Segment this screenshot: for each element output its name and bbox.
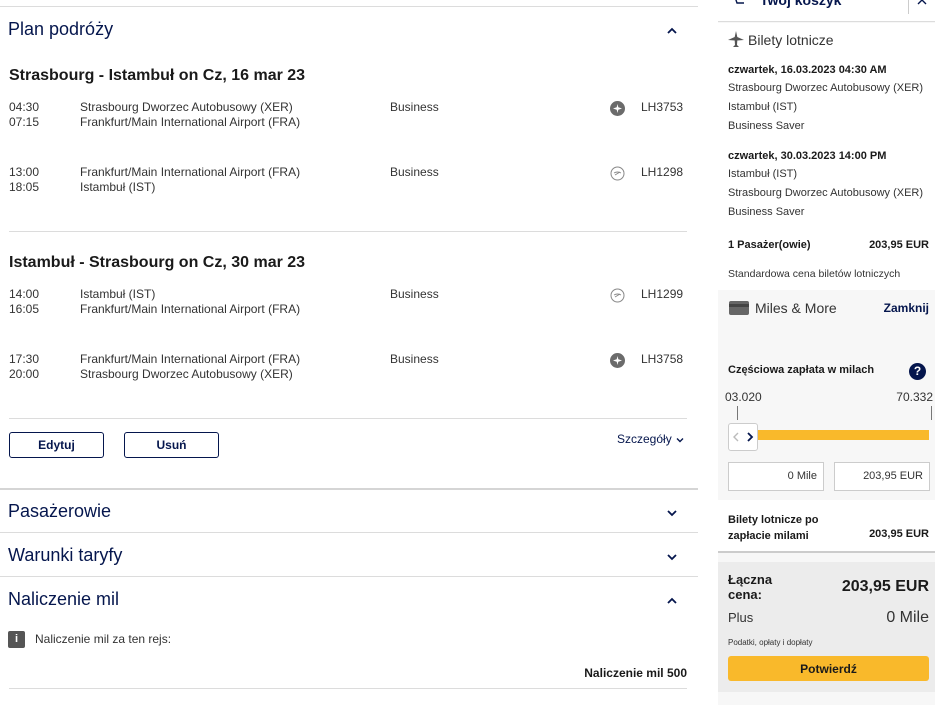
slider-max: 70.332: [896, 390, 933, 404]
eur-input[interactable]: 203,95 EUR: [834, 462, 930, 491]
close-link[interactable]: Zamknij: [884, 301, 929, 315]
chevron-down-icon[interactable]: [665, 550, 679, 564]
divider: [0, 488, 698, 490]
cabin-class: Business: [390, 100, 439, 114]
slider-tick-max: [931, 406, 932, 420]
help-icon[interactable]: ?: [909, 363, 926, 380]
divider: [0, 6, 698, 7]
total-price: 203,95 EUR: [841, 578, 929, 595]
arrival-airport: Istambuł (IST): [80, 180, 156, 194]
divider: [0, 532, 698, 533]
after-miles-section: Bilety lotnicze po zapłacie milami 203,9…: [718, 500, 935, 552]
arrival-time: 18:05: [9, 180, 40, 194]
edit-button[interactable]: Edytuj: [9, 432, 104, 458]
passengers-price: 203,95 EUR: [869, 239, 929, 251]
divider: [718, 551, 935, 553]
route-title-outbound: Strasbourg - Istambuł on Cz, 16 mar 23: [9, 67, 306, 84]
passengers-count: 1 Pasażer(owie): [728, 239, 811, 251]
miles-accrual-total: Naliczenie mil 500: [584, 666, 687, 680]
arrival-time: 16:05: [9, 302, 40, 316]
section-title-fare-rules[interactable]: Warunki taryfy: [8, 545, 122, 566]
partial-payment-label: Częściowa zapłata w milach: [728, 364, 875, 376]
tickets-section: Bilety lotnicze czwartek, 16.03.2023 04:…: [718, 23, 935, 290]
arrival-time: 07:15: [9, 115, 40, 129]
arrival-airport: Strasbourg Dworzec Autobusowy (XER): [80, 367, 293, 381]
divider: [9, 231, 687, 232]
after-miles-label: Bilety lotnicze po zapłacie milami: [728, 514, 819, 542]
chevron-right-icon: [747, 432, 754, 442]
after-miles-price: 203,95 EUR: [869, 528, 929, 540]
departure-time: 14:00: [9, 287, 40, 301]
section-title-passengers[interactable]: Pasażerowie: [8, 501, 111, 522]
departure-airport: Frankfurt/Main International Airport (FR…: [80, 165, 301, 179]
slider-min: 03.020: [725, 390, 762, 404]
chevron-down-icon: [676, 437, 684, 443]
arrival-airport: Frankfurt/Main International Airport (FR…: [80, 115, 301, 129]
outbound-date: czwartek, 16.03.2023 04:30 AM: [728, 64, 887, 76]
confirm-button[interactable]: Potwierdź: [728, 656, 929, 681]
bus-plane-icon: [610, 101, 625, 116]
slider-tick-min: [737, 406, 738, 420]
section-title-plan: Plan podróży: [8, 19, 114, 39]
booking-details: Plan podróży Strasbourg - Istambuł on Cz…: [0, 0, 698, 705]
card-icon: [729, 301, 749, 315]
arrival-airport: Frankfurt/Main International Airport (FR…: [80, 302, 301, 316]
chevron-left-icon: [733, 432, 739, 442]
divider: [0, 576, 698, 577]
cabin-class: Business: [390, 287, 439, 301]
cart-title: Twój koszyk: [760, 0, 842, 8]
flight-number: LH3753: [641, 100, 684, 114]
cart-icon: [735, 0, 744, 4]
outbound-to: Istambuł (IST): [728, 101, 798, 113]
departure-airport: Frankfurt/Main International Airport (FR…: [80, 352, 301, 366]
tickets-label: Bilety lotnicze: [748, 32, 834, 48]
outbound-fare: Business Saver: [728, 120, 805, 132]
divider: [9, 418, 687, 419]
route-title-inbound: Istambuł - Strasbourg on Cz, 30 mar 23: [9, 254, 306, 271]
departure-airport: Istambuł (IST): [80, 287, 156, 301]
miles-more-label: Miles & More: [755, 300, 837, 316]
miles-input[interactable]: 0 Mile: [728, 462, 824, 491]
inbound-date: czwartek, 30.03.2023 14:00 PM: [728, 150, 887, 162]
cart-panel: Twój koszyk Bilety lotnicze czwartek, 16…: [718, 0, 935, 705]
cabin-class: Business: [390, 352, 439, 366]
chevron-up-icon[interactable]: [665, 24, 679, 38]
details-link[interactable]: Szczegóły: [617, 432, 685, 446]
details-label: Szczegóły: [617, 432, 672, 446]
inbound-fare: Business Saver: [728, 206, 805, 218]
departure-airport: Strasbourg Dworzec Autobusowy (XER): [80, 100, 293, 114]
lufthansa-crane-icon: [610, 288, 625, 303]
chevron-down-icon[interactable]: [665, 506, 679, 520]
flight-number: LH1298: [641, 165, 684, 179]
outbound-from: Strasbourg Dworzec Autobusowy (XER): [728, 82, 924, 94]
flight-number: LH3758: [641, 352, 684, 366]
lufthansa-crane-icon: [610, 166, 625, 181]
info-icon: i: [8, 631, 25, 648]
miles-slider-track[interactable]: [728, 430, 929, 440]
plus-miles: 0 Mile: [886, 609, 929, 626]
cabin-class: Business: [390, 165, 439, 179]
bus-plane-icon: [610, 353, 625, 368]
miles-slider-handle[interactable]: [728, 423, 758, 451]
departure-time: 04:30: [9, 100, 40, 114]
departure-time: 13:00: [9, 165, 40, 179]
chevron-up-icon[interactable]: [916, 0, 928, 5]
divider: [9, 688, 687, 689]
flight-number: LH1299: [641, 287, 684, 301]
total-label: Łączna cena:: [728, 572, 773, 602]
plus-label: Plus: [728, 610, 754, 625]
departure-time: 17:30: [9, 352, 40, 366]
divider: [908, 0, 909, 14]
section-title-miles-accrual[interactable]: Naliczenie mil: [8, 589, 119, 610]
standard-price-note: Standardowa cena biletów lotniczych: [728, 268, 901, 280]
miles-accrual-info: Naliczenie mil za ten rejs:: [35, 632, 172, 646]
inbound-to: Strasbourg Dworzec Autobusowy (XER): [728, 187, 924, 199]
arrival-time: 20:00: [9, 367, 40, 381]
cart-header: Twój koszyk: [718, 0, 935, 22]
remove-button[interactable]: Usuń: [124, 432, 219, 458]
plane-icon: [728, 31, 744, 47]
taxes-note: Podatki, opłaty i dopłaty: [728, 638, 813, 647]
inbound-from: Istambuł (IST): [728, 168, 798, 180]
chevron-up-icon[interactable]: [665, 594, 679, 608]
